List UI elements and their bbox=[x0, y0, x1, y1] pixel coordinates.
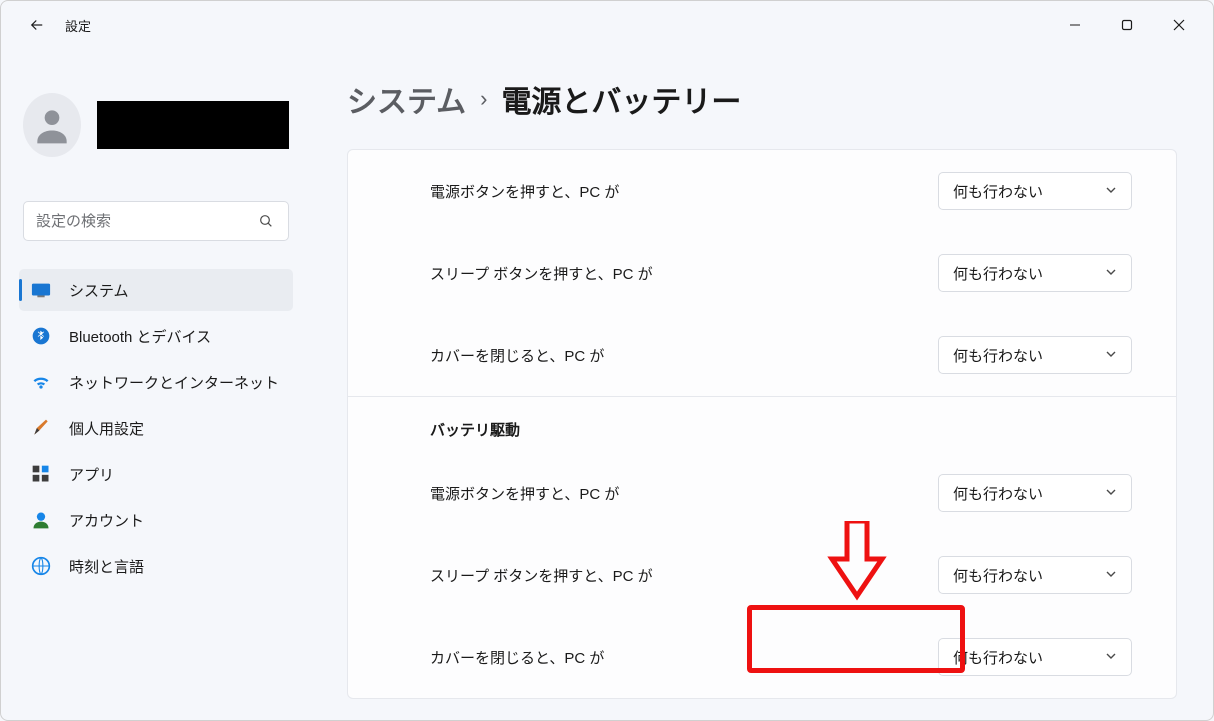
breadcrumb: システム › 電源とバッテリー bbox=[347, 77, 1177, 121]
setting-row-lid-close-battery: カバーを閉じると、PC が 何も行わない bbox=[348, 616, 1176, 698]
avatar bbox=[23, 93, 81, 157]
select-value: 何も行わない bbox=[953, 345, 1043, 366]
time-language-icon bbox=[31, 556, 51, 576]
sidebar-item-accounts[interactable]: アカウント bbox=[19, 499, 293, 541]
profile-name-redacted bbox=[97, 101, 289, 149]
page-title: 電源とバッテリー bbox=[501, 77, 741, 121]
sidebar-item-label: システム bbox=[69, 280, 129, 301]
sidebar-item-label: アカウント bbox=[69, 510, 144, 531]
chevron-down-icon bbox=[1105, 567, 1117, 584]
profile bbox=[19, 49, 293, 181]
apps-icon bbox=[31, 464, 51, 484]
search-input[interactable] bbox=[36, 213, 256, 230]
setting-row-power-button-battery: 電源ボタンを押すと、PC が 何も行わない bbox=[348, 452, 1176, 534]
select-value: 何も行わない bbox=[953, 263, 1043, 284]
setting-row-power-button-plugged: 電源ボタンを押すと、PC が 何も行わない bbox=[348, 150, 1176, 232]
select-power-button-battery[interactable]: 何も行わない bbox=[938, 474, 1132, 512]
chevron-down-icon bbox=[1105, 485, 1117, 502]
select-lid-close-plugged[interactable]: 何も行わない bbox=[938, 336, 1132, 374]
select-lid-close-battery[interactable]: 何も行わない bbox=[938, 638, 1132, 676]
chevron-down-icon bbox=[1105, 183, 1117, 200]
sidebar-item-system[interactable]: システム bbox=[19, 269, 293, 311]
app-title: 設定 bbox=[65, 16, 91, 35]
section-header-battery: バッテリ駆動 bbox=[348, 396, 1176, 452]
close-button[interactable] bbox=[1153, 5, 1205, 45]
select-sleep-button-battery[interactable]: 何も行わない bbox=[938, 556, 1132, 594]
setting-label: スリープ ボタンを押すと、PC が bbox=[430, 565, 653, 586]
system-icon bbox=[31, 280, 51, 300]
sidebar-item-label: ネットワークとインターネット bbox=[69, 372, 279, 393]
wifi-icon bbox=[31, 372, 51, 392]
paintbrush-icon bbox=[31, 418, 51, 438]
select-value: 何も行わない bbox=[953, 181, 1043, 202]
sidebar-item-label: 時刻と言語 bbox=[69, 556, 144, 577]
chevron-down-icon bbox=[1105, 347, 1117, 364]
chevron-down-icon bbox=[1105, 265, 1117, 282]
account-icon bbox=[31, 510, 51, 530]
setting-label: スリープ ボタンを押すと、PC が bbox=[430, 263, 653, 284]
maximize-button[interactable] bbox=[1101, 5, 1153, 45]
chevron-down-icon bbox=[1105, 649, 1117, 666]
nav: システム Bluetooth とデバイス ネットワークとインターネット 個人用設… bbox=[19, 269, 293, 587]
setting-row-lid-close-plugged: カバーを閉じると、PC が 何も行わない bbox=[348, 314, 1176, 396]
bluetooth-icon bbox=[31, 326, 51, 346]
sidebar-item-apps[interactable]: アプリ bbox=[19, 453, 293, 495]
setting-label: 電源ボタンを押すと、PC が bbox=[430, 181, 619, 202]
setting-label: カバーを閉じると、PC が bbox=[430, 647, 604, 668]
setting-label: カバーを閉じると、PC が bbox=[430, 345, 604, 366]
sidebar-item-label: Bluetooth とデバイス bbox=[69, 326, 211, 347]
select-power-button-plugged[interactable]: 何も行わない bbox=[938, 172, 1132, 210]
back-button[interactable] bbox=[27, 15, 47, 35]
select-value: 何も行わない bbox=[953, 483, 1043, 504]
setting-row-sleep-button-battery: スリープ ボタンを押すと、PC が 何も行わない bbox=[348, 534, 1176, 616]
titlebar: 設定 bbox=[1, 1, 1213, 49]
select-value: 何も行わない bbox=[953, 565, 1043, 586]
sidebar-item-label: 個人用設定 bbox=[69, 418, 144, 439]
minimize-button[interactable] bbox=[1049, 5, 1101, 45]
select-value: 何も行わない bbox=[953, 647, 1043, 668]
sidebar-item-personalization[interactable]: 個人用設定 bbox=[19, 407, 293, 449]
setting-label: 電源ボタンを押すと、PC が bbox=[430, 483, 619, 504]
setting-row-sleep-button-plugged: スリープ ボタンを押すと、PC が 何も行わない bbox=[348, 232, 1176, 314]
chevron-right-icon: › bbox=[480, 86, 487, 112]
sidebar-item-time-language[interactable]: 時刻と言語 bbox=[19, 545, 293, 587]
main: システム › 電源とバッテリー 電源ボタンを押すと、PC が 何も行わない スリ… bbox=[311, 49, 1213, 720]
search-icon bbox=[256, 211, 276, 231]
power-settings-panel: 電源ボタンを押すと、PC が 何も行わない スリープ ボタンを押すと、PC が … bbox=[347, 149, 1177, 699]
select-sleep-button-plugged[interactable]: 何も行わない bbox=[938, 254, 1132, 292]
sidebar-item-bluetooth[interactable]: Bluetooth とデバイス bbox=[19, 315, 293, 357]
sidebar-item-network[interactable]: ネットワークとインターネット bbox=[19, 361, 293, 403]
search-input-wrap[interactable] bbox=[23, 201, 289, 241]
breadcrumb-parent[interactable]: システム bbox=[347, 77, 466, 121]
sidebar: システム Bluetooth とデバイス ネットワークとインターネット 個人用設… bbox=[1, 49, 311, 720]
sidebar-item-label: アプリ bbox=[69, 464, 114, 485]
